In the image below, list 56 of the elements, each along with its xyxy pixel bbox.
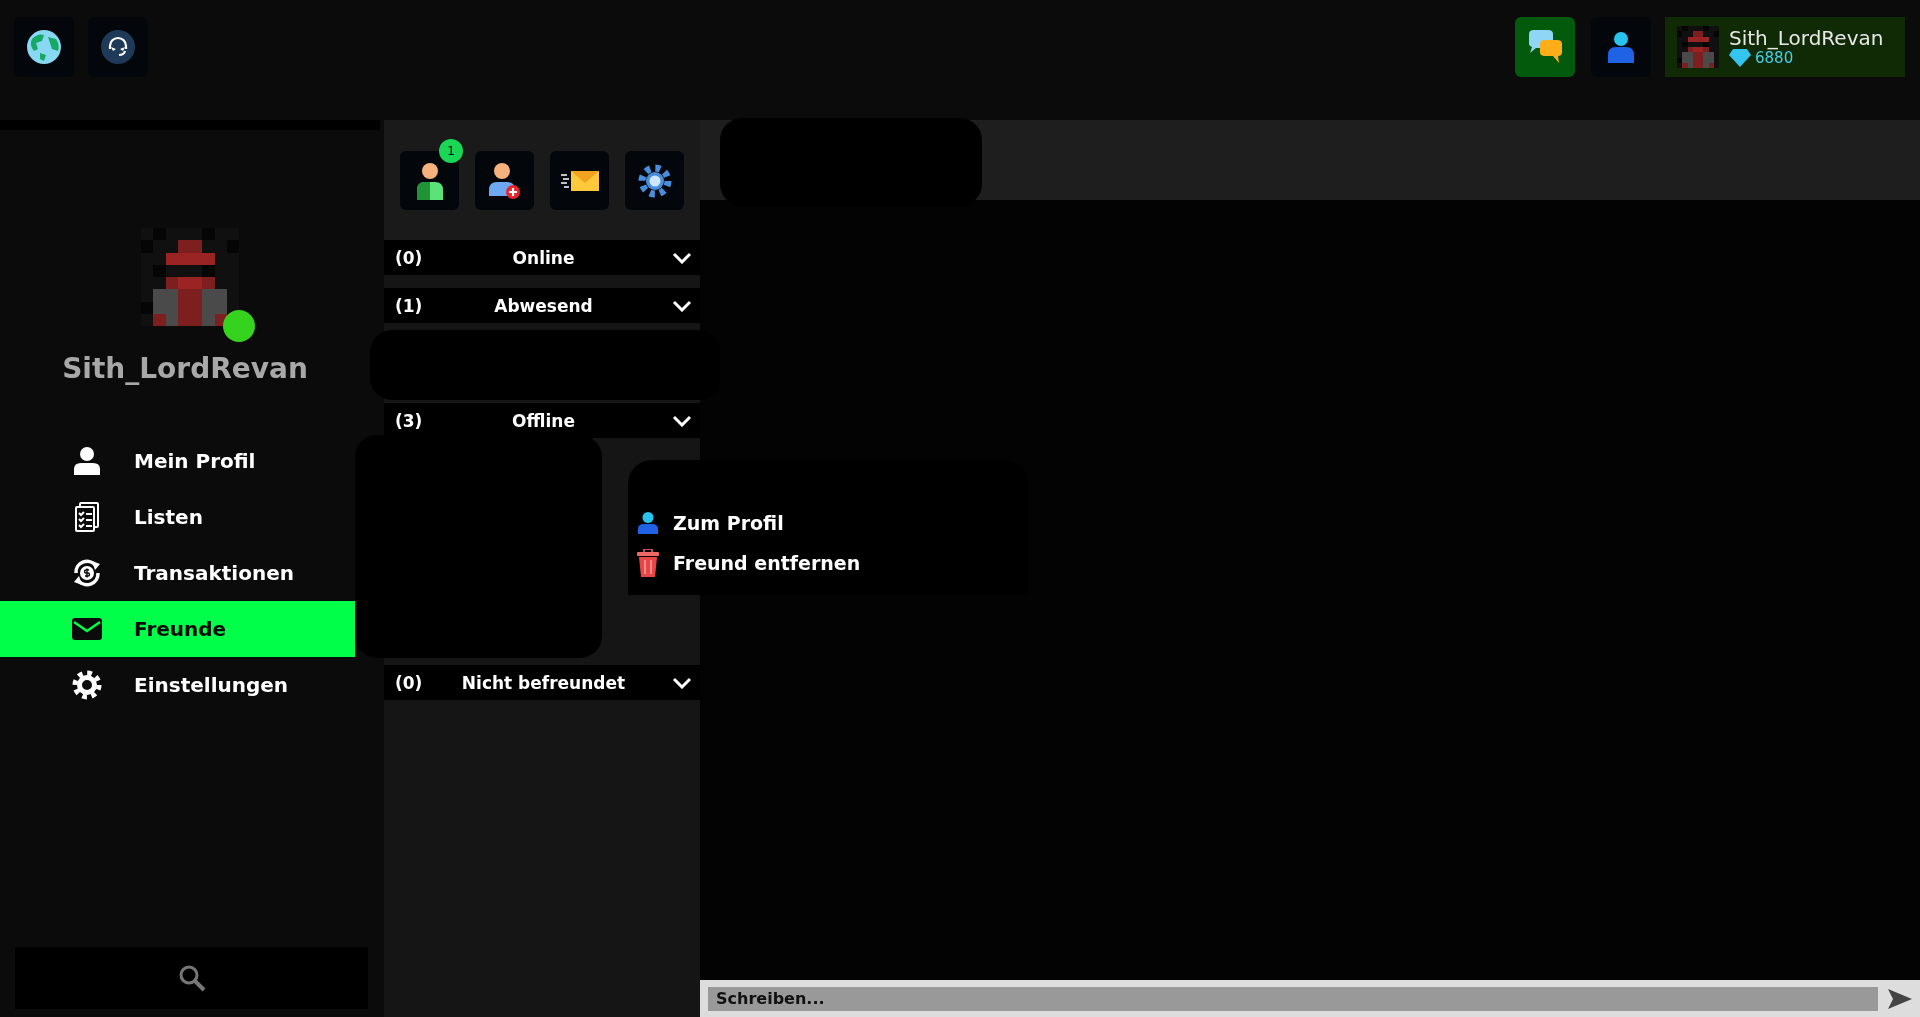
settings-icon bbox=[636, 162, 673, 199]
group-header[interactable]: (3) Offline bbox=[384, 403, 700, 438]
dollar-cycle-icon bbox=[72, 558, 102, 588]
group-label: Online bbox=[512, 247, 575, 268]
profile-button[interactable] bbox=[1591, 17, 1651, 77]
send-icon[interactable] bbox=[1888, 988, 1912, 1009]
settings-icon bbox=[72, 670, 102, 700]
avatar-icon bbox=[1677, 26, 1719, 68]
diamond-icon bbox=[1729, 49, 1751, 67]
group-count: (0) bbox=[395, 247, 423, 268]
group-label: Abwesend bbox=[494, 295, 593, 316]
profile-name: Sith_LordRevan bbox=[62, 352, 309, 385]
person-icon bbox=[1607, 31, 1635, 63]
group-count: (1) bbox=[395, 295, 423, 316]
toolbar-button[interactable] bbox=[475, 151, 534, 210]
menu-option[interactable]: Zum Profil bbox=[637, 503, 1028, 543]
person-icon bbox=[415, 161, 444, 200]
globe-icon bbox=[26, 29, 62, 65]
menu-item[interactable]: Mein Profil bbox=[0, 433, 355, 489]
group-header[interactable]: (1) Abwesend bbox=[384, 288, 700, 323]
avatar-icon bbox=[141, 228, 239, 326]
menu-option[interactable]: Freund entfernen bbox=[637, 543, 1028, 583]
user-badge[interactable]: Sith_LordRevan 6880 bbox=[1665, 17, 1905, 77]
chevron-down-icon bbox=[672, 299, 692, 312]
toolbar-button[interactable] bbox=[625, 151, 684, 210]
search-icon bbox=[177, 964, 206, 992]
chat-bubbles-icon bbox=[1526, 30, 1564, 64]
person-icon bbox=[72, 447, 102, 475]
group-label: Offline bbox=[512, 410, 575, 431]
envelope-icon bbox=[560, 168, 599, 193]
group-header[interactable]: (0) Online bbox=[384, 240, 700, 275]
notification-badge: 1 bbox=[439, 139, 463, 163]
menu-item[interactable]: Einstellungen bbox=[0, 657, 355, 713]
group-label: Nicht befreundet bbox=[461, 672, 626, 693]
toolbar-button[interactable] bbox=[550, 151, 609, 210]
chevron-down-icon bbox=[672, 676, 692, 689]
trash-icon bbox=[637, 549, 659, 577]
headset-icon bbox=[100, 29, 136, 65]
username: Sith_LordRevan bbox=[1729, 27, 1884, 49]
menu-item[interactable]: Transaktionen bbox=[0, 545, 355, 601]
checklist-icon bbox=[72, 502, 102, 532]
group-count: (0) bbox=[395, 672, 423, 693]
gem-count: 6880 bbox=[1755, 50, 1794, 66]
group-header[interactable]: (0) Nicht befreundet bbox=[384, 665, 700, 700]
message-field[interactable]: Schreiben... bbox=[708, 986, 1878, 1011]
chevron-down-icon bbox=[672, 251, 692, 264]
group-count: (3) bbox=[395, 410, 423, 431]
chevron-down-icon bbox=[672, 414, 692, 427]
menu-item[interactable]: Listen bbox=[0, 489, 355, 545]
person-icon bbox=[637, 512, 659, 534]
support-button[interactable] bbox=[88, 17, 148, 77]
chat-button[interactable] bbox=[1515, 17, 1575, 77]
globe-button[interactable] bbox=[14, 17, 74, 77]
add-person-icon bbox=[488, 161, 521, 200]
envelope-icon bbox=[72, 618, 102, 640]
menu-item[interactable]: Freunde bbox=[0, 601, 355, 657]
